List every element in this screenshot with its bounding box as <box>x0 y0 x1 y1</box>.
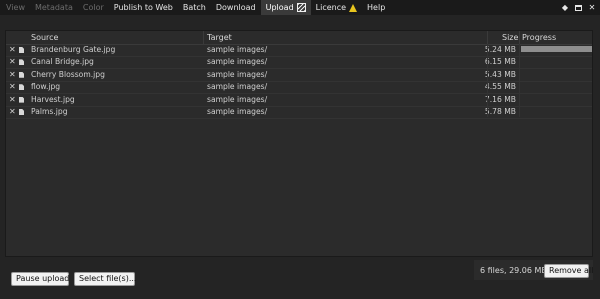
target-cell: sample images/ <box>207 69 268 79</box>
table-row[interactable]: ✕ Canal Bridge.jpg sample images/6.15 MB <box>6 56 592 70</box>
remove-row-icon[interactable]: ✕ <box>9 81 16 93</box>
diamond-icon[interactable]: ◆ <box>561 0 569 15</box>
source-cell: Cherry Blossom.jpg <box>31 69 105 79</box>
file-icon <box>19 71 24 78</box>
remove-row-icon[interactable]: ✕ <box>9 106 16 118</box>
menu-upload[interactable]: Upload <box>260 0 311 15</box>
file-icon <box>19 96 24 103</box>
upload-summary: 6 files, 29.06 MB <box>480 266 547 275</box>
size-cell: 5.43 MB <box>484 69 516 79</box>
column-divider-line <box>487 44 488 117</box>
upload-window: View Metadata Color Publish to Web Batch… <box>0 0 600 299</box>
source-cell: Canal Bridge.jpg <box>31 57 94 67</box>
file-icon <box>19 84 24 91</box>
table-row[interactable]: ✕ Palms.jpg sample images/5.78 MB <box>6 106 592 119</box>
upload-progress-icon <box>296 3 306 12</box>
target-cell: sample images/ <box>207 107 268 116</box>
remove-row-icon[interactable]: ✕ <box>9 94 16 106</box>
file-icon <box>19 109 24 115</box>
menu-help[interactable]: Help <box>362 0 390 15</box>
column-source[interactable]: Source <box>31 31 58 44</box>
progress-bar <box>521 46 592 52</box>
menu-color-label: Color <box>82 3 104 12</box>
column-divider[interactable] <box>519 31 520 44</box>
target-cell: sample images/ <box>207 82 268 92</box>
menu-batch[interactable]: Batch <box>178 0 211 15</box>
source-cell: Palms.jpg <box>31 107 68 116</box>
progress-fill <box>521 46 592 52</box>
column-divider[interactable] <box>487 31 488 44</box>
size-cell: 6.15 MB <box>484 57 516 67</box>
table-row[interactable]: ✕ Harvest.jpg sample images/7.16 MB <box>6 94 592 107</box>
file-icon <box>19 59 24 66</box>
menu-licence[interactable]: Licence <box>311 0 362 15</box>
menu-help-label: Help <box>367 3 386 12</box>
table-header: Source Target Size Progress <box>6 31 592 45</box>
menu-publish-label: Publish to Web <box>113 3 173 12</box>
target-cell: sample images/ <box>207 45 268 54</box>
remove-all-button[interactable]: Remove all <box>544 264 593 278</box>
size-cell: 5.24 MB <box>484 45 516 54</box>
column-divider-line <box>519 44 520 117</box>
table-row[interactable]: ✕ Brandenburg Gate.jpg sample images/5.24 … <box>6 44 592 57</box>
window-controls: ◆ ✕ <box>561 0 596 15</box>
maximize-icon[interactable] <box>575 4 582 11</box>
column-target[interactable]: Target <box>207 31 232 44</box>
column-progress[interactable]: Progress <box>522 31 556 44</box>
size-cell: 4.55 MB <box>484 82 516 92</box>
menu-view[interactable]: View <box>0 0 30 15</box>
menu-download-label: Download <box>215 3 256 12</box>
menu-publish-to-web[interactable]: Publish to Web <box>109 0 178 15</box>
menu-upload-label: Upload <box>265 3 294 12</box>
file-icon <box>19 47 24 53</box>
source-cell: flow.jpg <box>31 82 61 92</box>
menu-view-label: View <box>6 3 25 12</box>
upload-table: Source Target Size Progress ✕ Brandenburg… <box>5 30 593 257</box>
menu-metadata-label: Metadata <box>34 3 73 12</box>
source-cell: Brandenburg Gate.jpg <box>31 45 116 54</box>
menu-download[interactable]: Download <box>211 0 261 15</box>
close-icon[interactable]: ✕ <box>588 0 596 15</box>
warning-icon <box>349 3 358 12</box>
target-cell: sample images/ <box>207 94 268 104</box>
menu-bar: View Metadata Color Publish to Web Batch… <box>0 0 600 15</box>
size-cell: 7.16 MB <box>484 94 516 104</box>
menu-metadata[interactable]: Metadata <box>30 0 78 15</box>
size-cell: 5.78 MB <box>484 107 516 116</box>
column-divider[interactable] <box>203 31 204 44</box>
target-cell: sample images/ <box>207 57 268 67</box>
select-files-button[interactable]: Select file(s)... <box>74 272 136 286</box>
remove-row-icon[interactable]: ✕ <box>9 44 16 56</box>
remove-row-icon[interactable]: ✕ <box>9 56 16 68</box>
menu-batch-label: Batch <box>182 3 206 12</box>
table-row[interactable]: ✕ Cherry Blossom.jpg sample images/5.43 MB <box>6 69 592 82</box>
remove-row-icon[interactable]: ✕ <box>9 69 16 81</box>
menu-licence-label: Licence <box>315 3 347 12</box>
source-cell: Harvest.jpg <box>31 94 75 104</box>
column-size[interactable]: Size <box>502 31 518 44</box>
table-row[interactable]: ✕ flow.jpg sample images/4.55 MB <box>6 81 592 95</box>
pause-upload-button[interactable]: Pause upload <box>11 272 69 286</box>
menu-color[interactable]: Color <box>78 0 109 15</box>
